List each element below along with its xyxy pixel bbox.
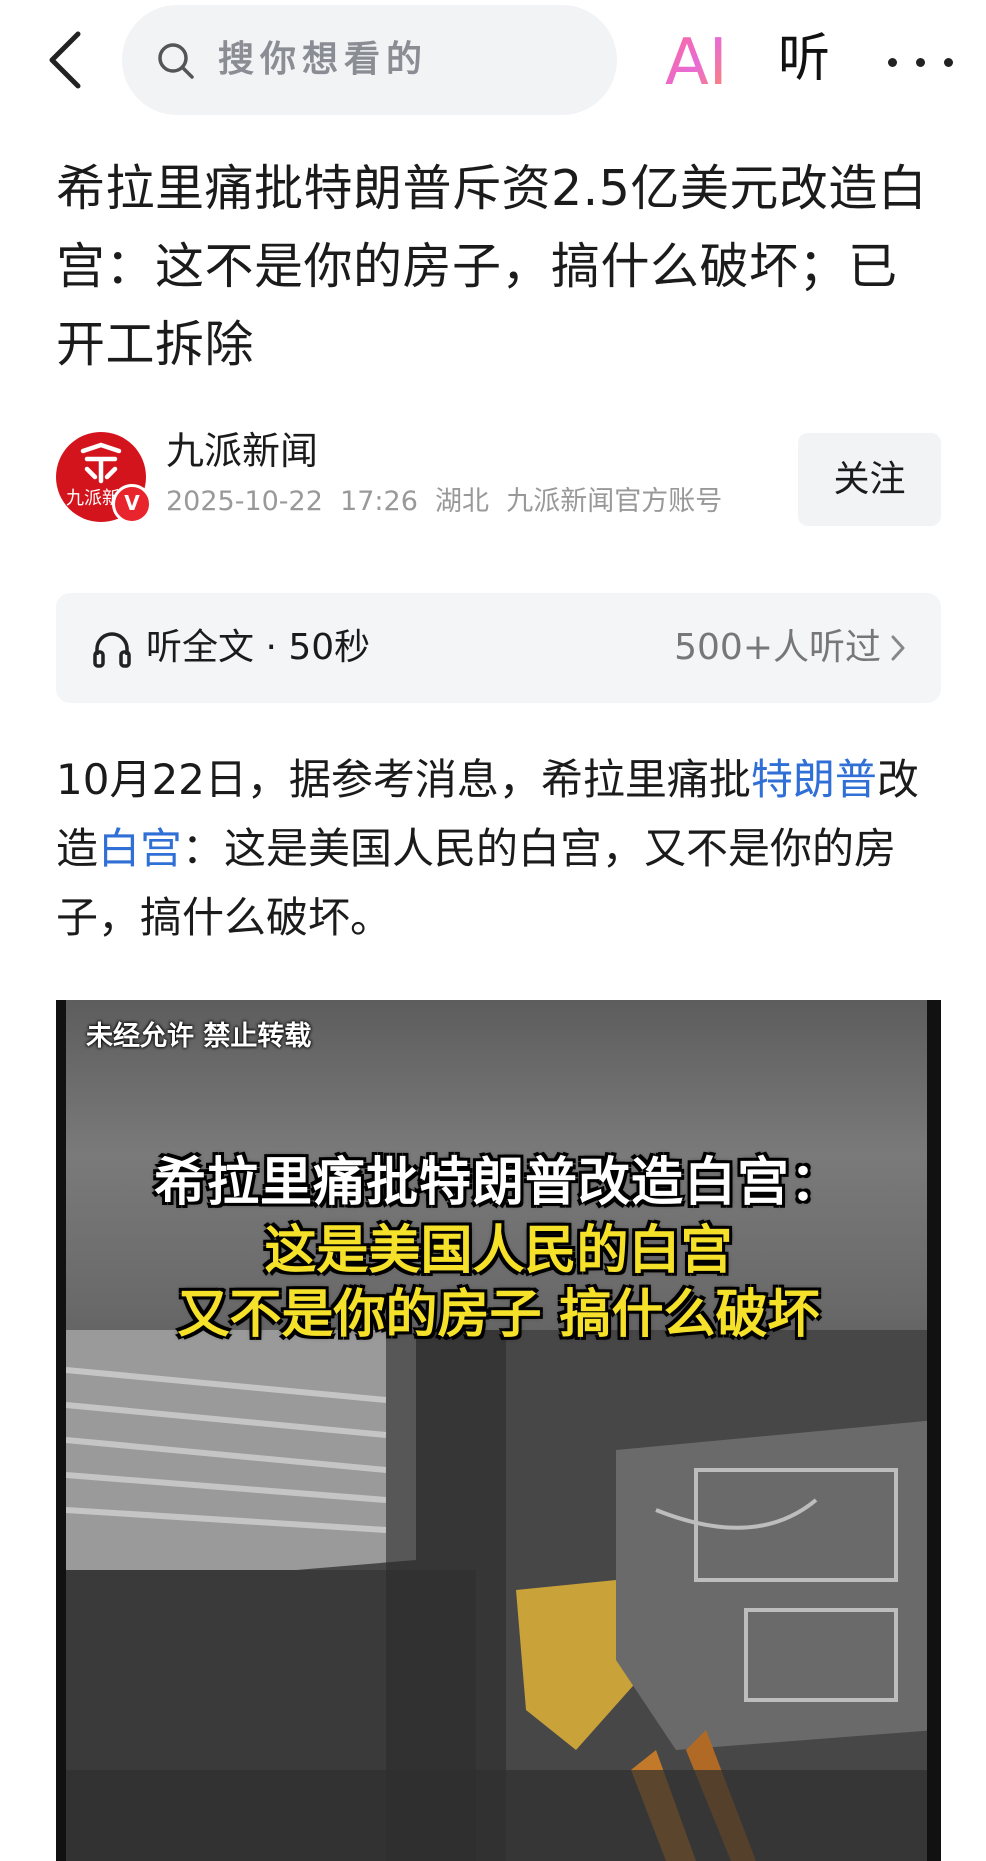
listen-button[interactable]: 听: [778, 24, 830, 94]
video-caption-line: 希拉里痛批特朗普改造白宫：: [153, 1153, 843, 1213]
back-arrow-icon[interactable]: [42, 28, 92, 92]
article-title: 希拉里痛批特朗普斥资2.5亿美元改造白宫：这不是你的房子，搞什么破坏；已开工拆除: [56, 160, 928, 373]
video-frame-scene: [56, 1330, 941, 1861]
follow-button[interactable]: 关注: [798, 433, 941, 526]
verified-badge: V: [112, 484, 152, 524]
search-icon: [156, 41, 196, 81]
video-border: [927, 1000, 941, 1861]
author-name[interactable]: 九派新闻: [166, 426, 318, 476]
video-watermark: 未经允许 禁止转载: [86, 1021, 312, 1052]
listen-count: 500+人听过: [674, 627, 881, 668]
search-placeholder: 搜你想看的: [218, 39, 429, 80]
link-white-house[interactable]: 白宫: [98, 824, 182, 873]
video-border: [56, 1000, 66, 1861]
search-bar[interactable]: 搜你想看的: [122, 5, 617, 115]
ai-label: AI: [665, 26, 728, 92]
video-caption-line: 又不是你的房子 搞什么破坏: [177, 1285, 820, 1345]
video-player[interactable]: 未经允许 禁止转载 希拉里痛批特朗普改造白宫： 这是美国人民的白宫 又不是你的房…: [56, 1000, 941, 1861]
author-meta: 2025-10-22 17:26 湖北 九派新闻官方账号: [166, 486, 723, 517]
top-bar: 搜你想看的 AI 听: [0, 0, 986, 120]
paragraph-text: 10月22日，据参考消息，希拉里痛批: [56, 755, 751, 804]
ai-assistant-button[interactable]: AI: [663, 26, 758, 100]
listen-full-text-bar[interactable]: 听全文 · 50秒 500+人听过: [56, 593, 941, 703]
brand-logo-icon: [77, 441, 125, 489]
paragraph-text: ：这是美国人民的白宫，又不是你的房子，搞什么破坏。: [56, 824, 897, 942]
article-paragraph: 10月22日，据参考消息，希拉里痛批特朗普改造白宫：这是美国人民的白宫，又不是你…: [56, 745, 936, 952]
more-options-icon[interactable]: [888, 52, 974, 67]
link-trump[interactable]: 特朗普: [751, 755, 877, 804]
headphones-icon: [92, 629, 132, 669]
listen-label: 听全文 · 50秒: [146, 627, 371, 668]
chevron-right-icon: [891, 635, 905, 661]
